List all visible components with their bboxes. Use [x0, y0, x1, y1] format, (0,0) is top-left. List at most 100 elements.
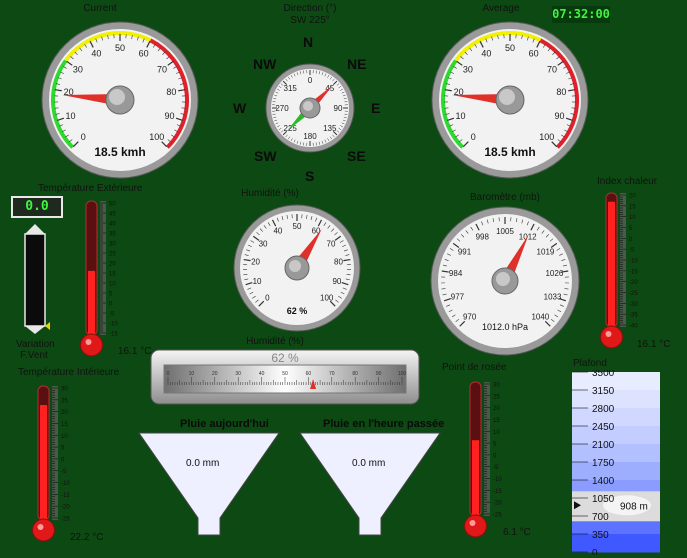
rain-today-title: Pluie aujourd'hui: [180, 418, 269, 430]
thermometer-tick-label: 45: [109, 212, 116, 218]
humidity-bar: 62 % 0 10 20 30 40 50 60 70 80 90 100: [150, 349, 420, 405]
rain-hour-value: 0.0 mm: [352, 458, 386, 469]
tick-label: 1040: [531, 312, 549, 321]
tick-label: 10: [66, 111, 76, 121]
humidity-gauge: 010 20 30 40 50 60 70 80 90 100 62 %: [233, 204, 361, 332]
plafond-tick-label: 2450: [592, 422, 615, 433]
thermometer-tick-label: 25: [61, 398, 68, 404]
thermometer-tick-label: -25: [629, 291, 638, 297]
thermometer-mercury: [472, 440, 479, 520]
plafond-tick-label: 700: [592, 512, 609, 523]
plafond-tick-label: 1750: [592, 458, 615, 469]
thermometer-tick-label: 10: [629, 215, 636, 221]
thermometer-tick-label: 10: [493, 430, 500, 436]
thermometer-tick-label: -25: [61, 517, 70, 523]
tick-label: 60: [312, 227, 321, 236]
plafond-readout: 908 m: [620, 501, 648, 512]
tick-label: 50: [293, 222, 302, 231]
tick-label: 50: [505, 43, 515, 53]
tick-label: 1012: [519, 232, 537, 241]
thermometer-tick-label: 50: [109, 202, 116, 208]
dew-point-thermometer: 30 25 20 15 10 5 0 -5 -10 -15 -20 -25: [464, 381, 502, 538]
thermometer-tick-label: 15: [61, 422, 68, 428]
thermometer-tick-label: 15: [109, 272, 116, 278]
thermometer-tick-label: 0: [61, 457, 65, 463]
tick-label: 977: [451, 292, 465, 301]
tick-label: 100: [539, 132, 554, 142]
thermometer-tick-label: 5: [109, 292, 113, 298]
compass-e: E: [371, 100, 381, 116]
humidity-bar-tick-label: 100: [398, 371, 407, 377]
tick-label: 20: [251, 257, 260, 266]
thermometer-tick-label: 20: [629, 194, 636, 200]
tick-label: 10: [253, 277, 262, 286]
humidity-bar-tick-label: 50: [282, 371, 288, 377]
plafond-scale: 3500315028002450210017501400105070035009…: [572, 370, 660, 555]
thermometer-tick-label: 10: [61, 434, 68, 440]
plafond-title: Plafond: [573, 358, 607, 369]
thermometer-tick-label: 10: [109, 282, 116, 288]
tick-label: 30: [73, 64, 83, 74]
barometer-gauge: 970977984991998100510121019102610331040 …: [430, 206, 580, 356]
plafond-tick-label: 3500: [592, 370, 615, 379]
compass-title: Direction (°): [283, 3, 337, 14]
tick-label: 0: [471, 132, 476, 142]
thermometer-tick-label: -10: [61, 481, 70, 487]
thermometer-tick-label: 25: [493, 394, 500, 400]
tick-label: 50: [115, 43, 125, 53]
thermometer-tick-label: -20: [61, 505, 70, 511]
tick-label: 10: [456, 111, 466, 121]
gauge-average-readout: 18.5 kmh: [484, 145, 535, 159]
humidity-gauge-title: Humidité (%): [241, 188, 299, 199]
humidity-bar-tick-label: 0: [167, 371, 170, 377]
temp-ext-thermometer: 50454035302520151050-5-10-15: [80, 200, 118, 357]
thermometer-tick-label: -5: [109, 312, 115, 318]
tick-label: 70: [327, 239, 336, 248]
rain-today-funnel: [138, 432, 280, 536]
compass-s: S: [305, 168, 315, 184]
humidity-bar-tick-label: 10: [189, 371, 195, 377]
compass-dial: 04590135180225270315: [265, 63, 355, 153]
tick-label: 60: [139, 49, 149, 59]
compass-n: N: [303, 34, 314, 50]
thermometer-tick-label: 30: [493, 383, 500, 389]
plafond-tick-label: 1050: [592, 494, 615, 505]
thermometer-tick-label: 0: [109, 302, 113, 308]
thermometer-tick-label: 20: [61, 410, 68, 416]
tick-label: 30: [259, 239, 268, 248]
tick-label: 991: [458, 248, 472, 257]
thermometer-tick-label: -15: [629, 269, 638, 275]
thermometer-tick-label: 35: [109, 232, 116, 238]
tick-label: 1026: [545, 269, 563, 278]
thermometer-tick-label: 0: [629, 237, 633, 243]
thermometer-tick-label: 40: [109, 222, 116, 228]
compass-w: W: [233, 100, 247, 116]
plafond-tick-label: 2100: [592, 440, 615, 451]
humidity-bar-tick-label: 40: [259, 371, 265, 377]
thermometer-tick-label: 30: [61, 387, 68, 393]
gauge-current-readout: 18.5 kmh: [94, 145, 145, 159]
thermometer-tick-label: 15: [493, 418, 500, 424]
variation-bar: [24, 224, 50, 334]
humidity-bar-tick-label: 70: [329, 371, 335, 377]
tick-label: 40: [481, 49, 491, 59]
compass-tick-label: 270: [275, 104, 289, 113]
barometer-title: Baromètre (mb): [469, 192, 540, 203]
tick-label: 0: [81, 132, 86, 142]
tick-label: 1033: [544, 292, 562, 301]
thermometer-mercury: [88, 270, 95, 339]
compass-subtitle: SW 225°: [290, 15, 330, 26]
thermometer-tick-label: 30: [109, 242, 116, 248]
tick-label: 970: [463, 312, 477, 321]
thermometer-tick-label: 5: [61, 446, 65, 452]
tick-label: 80: [334, 257, 343, 266]
tick-label: 100: [149, 132, 164, 142]
thermometer-tick-label: -15: [109, 332, 118, 338]
tick-label: 100: [320, 294, 334, 303]
thermometer-tick-label: -5: [629, 248, 635, 254]
heat-index-title: Index chaleur: [597, 176, 658, 187]
gauge-current: 0102030405060708090100 18.5 kmh: [41, 21, 199, 179]
tick-label: 0: [265, 294, 270, 303]
thermometer-tick-label: 0: [493, 453, 497, 459]
thermometer-tick-label: 5: [629, 226, 633, 232]
